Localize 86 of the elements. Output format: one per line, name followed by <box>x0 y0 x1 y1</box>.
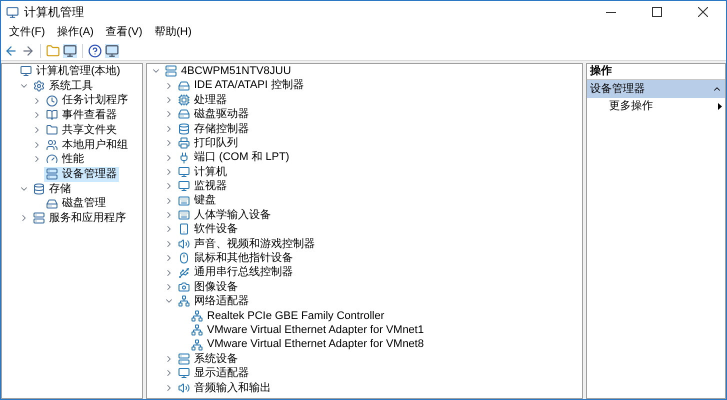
device-icon <box>178 194 190 207</box>
device-tree-item[interactable]: 声音、视频和游戏控制器 <box>176 236 317 252</box>
forward-button[interactable] <box>21 44 35 58</box>
device-tree-item[interactable]: VMware Virtual Ethernet Adapter for VMnet8 <box>189 337 426 352</box>
device-icon <box>178 122 190 135</box>
device-icon <box>178 137 190 150</box>
tree-item[interactable]: 服务和应用程序 <box>31 210 128 226</box>
menu-item[interactable]: 操作(A) <box>51 24 100 40</box>
device-icon <box>178 223 190 236</box>
window-title: 计算机管理 <box>24 4 84 21</box>
tree-item-icon <box>46 153 58 166</box>
tree-item[interactable]: 事件查看器 <box>44 108 119 123</box>
device-icon <box>165 65 177 78</box>
tree-item-icon <box>46 198 58 210</box>
device-icon <box>191 338 203 351</box>
device-tree-item[interactable]: 系统设备 <box>176 352 240 366</box>
device-tree-item[interactable]: 端口 (COM 和 LPT) <box>176 150 292 165</box>
device-tree-item[interactable]: VMware Virtual Ethernet Adapter for VMnet1 <box>189 323 426 338</box>
tree-item-icon <box>33 212 45 224</box>
device-icon <box>178 166 190 178</box>
tree-item-icon <box>20 65 32 78</box>
device-icon <box>178 281 190 294</box>
actions-section-header[interactable]: 设备管理器 <box>587 80 725 98</box>
device-tree-item[interactable]: 通用串行总线控制器 <box>176 265 295 280</box>
device-tree-item[interactable]: 人体学输入设备 <box>176 208 273 222</box>
device-tree-item[interactable]: 打印队列 <box>176 136 240 150</box>
device-icon <box>191 324 203 336</box>
close-icon <box>698 7 708 17</box>
tree-item-icon <box>46 138 58 151</box>
menu-item[interactable]: 文件(F) <box>3 24 52 40</box>
back-button[interactable] <box>4 44 18 58</box>
device-icon <box>178 152 190 164</box>
app-icon <box>6 6 19 18</box>
device-icon <box>191 310 203 322</box>
tree-item[interactable]: 设备管理器 <box>44 166 119 182</box>
device-icon <box>178 180 190 192</box>
tree-item[interactable]: 性能 <box>44 152 86 167</box>
device-tree-item[interactable]: 处理器 <box>176 92 229 108</box>
device-tree-item[interactable]: 鼠标和其他指针设备 <box>176 251 295 266</box>
device-icon <box>178 353 190 365</box>
menu-item[interactable]: 查看(V) <box>100 24 148 40</box>
device-tree-item[interactable]: 监视器 <box>176 179 229 194</box>
device-icon <box>178 94 190 106</box>
menu-item[interactable]: 帮助(H) <box>148 24 198 40</box>
tree-item[interactable]: 系统工具 <box>31 78 95 94</box>
tree-item-icon <box>46 124 58 136</box>
device-tree-item[interactable]: 4BCWPM51NTV8JUU <box>163 64 294 78</box>
device-tree-item[interactable]: 存储控制器 <box>176 122 251 136</box>
tree-item-icon <box>46 168 58 180</box>
device-tree-item[interactable]: Realtek PCIe GBE Family Controller <box>189 308 386 324</box>
device-icon <box>178 266 190 279</box>
device-icon <box>178 295 190 308</box>
tree-item[interactable]: 存储 <box>31 182 73 196</box>
device-icon <box>178 108 190 120</box>
tree-item-icon <box>33 80 45 92</box>
device-tree-item[interactable]: 音频输入和输出 <box>176 380 273 395</box>
tree-item[interactable]: 计算机管理(本地) <box>18 64 122 79</box>
back-icon <box>4 44 18 58</box>
device-tree-item[interactable]: 网络适配器 <box>176 294 251 309</box>
help-icon <box>88 44 102 58</box>
device-tree-item[interactable]: 图像设备 <box>176 280 240 294</box>
device-icon <box>178 209 190 222</box>
maximize-icon <box>652 7 662 17</box>
device-tree-item[interactable]: 磁盘驱动器 <box>176 107 251 122</box>
tree-item[interactable]: 共享文件夹 <box>44 122 119 138</box>
tree-item[interactable]: 磁盘管理 <box>44 196 108 211</box>
tree-item-icon <box>46 109 58 122</box>
device-icon <box>178 382 190 394</box>
tree-item-icon <box>46 94 58 107</box>
device-tree-item[interactable]: 显示适配器 <box>176 366 251 381</box>
tree-item-icon <box>33 182 45 195</box>
tree-item[interactable]: 本地用户和组 <box>44 137 130 152</box>
device-tree-item[interactable]: 计算机 <box>176 164 229 180</box>
folder-icon <box>46 44 60 58</box>
device-icon <box>178 252 190 264</box>
device-icon <box>178 80 190 92</box>
action-item[interactable]: 更多操作 <box>587 98 725 114</box>
device-icon <box>178 238 190 250</box>
device-icon <box>178 367 190 380</box>
device-tree-item[interactable]: 键盘 <box>176 194 218 208</box>
tree-item[interactable]: 任务计划程序 <box>44 93 130 108</box>
forward-icon <box>21 44 35 58</box>
device-tree-item[interactable]: IDE ATA/ATAPI 控制器 <box>176 78 306 93</box>
device-tree-item[interactable]: 软件设备 <box>176 222 240 237</box>
help-button[interactable] <box>88 44 102 58</box>
submenu-arrow-icon <box>718 102 722 110</box>
